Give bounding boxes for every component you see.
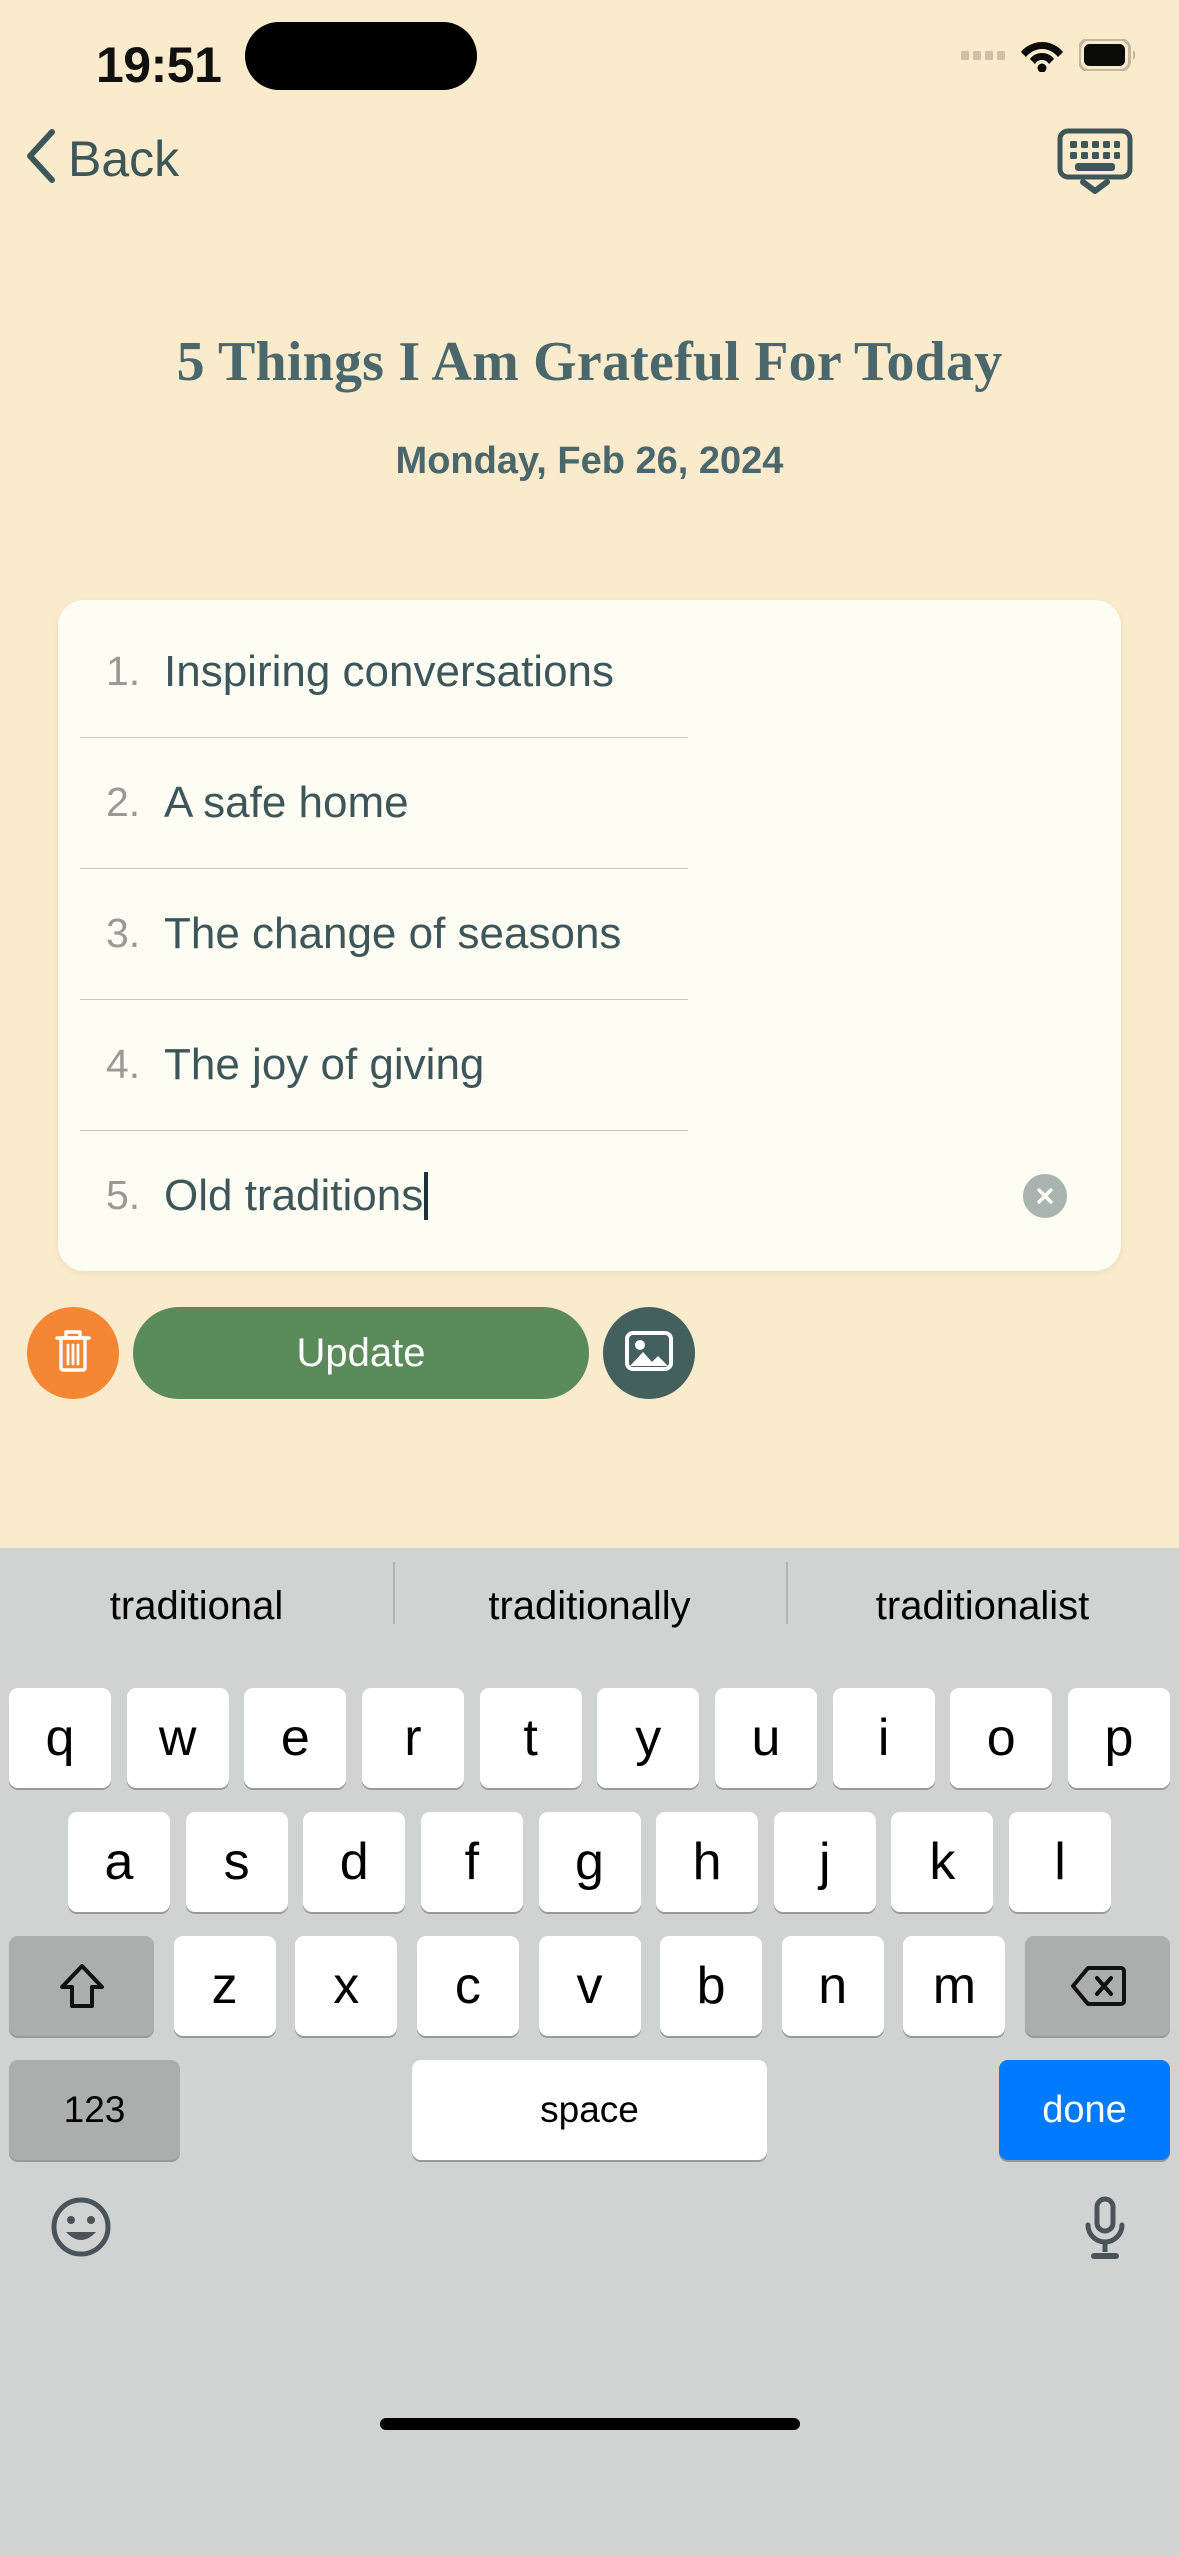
key-m[interactable]: m <box>903 1936 1006 2036</box>
list-item-text-input[interactable]: Old traditions <box>164 1171 423 1221</box>
keyboard-row-4: 123 space done <box>0 2060 1179 2160</box>
shift-up-arrow-icon[interactable] <box>9 1936 154 2036</box>
key-e[interactable]: e <box>244 1688 347 1788</box>
keyboard-bottom-bar <box>0 2196 1179 2306</box>
action-button-row: Update <box>0 1290 1179 1415</box>
key-w[interactable]: w <box>126 1688 229 1788</box>
key-d[interactable]: d <box>303 1812 406 1912</box>
delete-button[interactable] <box>27 1307 119 1399</box>
key-n[interactable]: n <box>781 1936 884 2036</box>
battery-icon <box>1079 39 1137 71</box>
trash-icon <box>51 1326 95 1381</box>
app-screen: 19:51 Back 5 Things I Am Grateful For To… <box>0 0 1179 1548</box>
list-item-text: The change of seasons <box>164 908 622 958</box>
suggestion-item[interactable]: traditionally <box>393 1561 786 1629</box>
list-item-number: 3. <box>106 910 141 956</box>
list-item-text: The joy of giving <box>164 1039 485 1089</box>
key-l[interactable]: l <box>1009 1812 1111 1912</box>
space-key[interactable]: space <box>412 2060 767 2160</box>
key-r[interactable]: r <box>361 1688 464 1788</box>
key-k[interactable]: k <box>891 1812 994 1912</box>
key-u[interactable]: u <box>714 1688 817 1788</box>
keyboard-row-3: z x c v b n m <box>0 1936 1179 2036</box>
list-item-number: 5. <box>106 1172 141 1218</box>
wifi-icon <box>1020 38 1064 72</box>
keyboard-dismiss-icon[interactable] <box>1057 128 1133 199</box>
numbers-key[interactable]: 123 <box>9 2060 180 2160</box>
dynamic-island <box>245 22 477 90</box>
suggestion-item[interactable]: traditionalist <box>786 1561 1179 1629</box>
list-item-text: A safe home <box>164 777 409 827</box>
list-item[interactable]: 4. The joy of giving <box>58 999 1121 1130</box>
image-picker-button[interactable] <box>603 1307 695 1399</box>
key-t[interactable]: t <box>479 1688 582 1788</box>
back-button-label: Back <box>68 130 180 187</box>
entry-date: Monday, Feb 26, 2024 <box>395 440 784 482</box>
key-j[interactable]: j <box>773 1812 876 1912</box>
key-i[interactable]: i <box>832 1688 935 1788</box>
key-y[interactable]: y <box>597 1688 700 1788</box>
text-cursor <box>424 1171 429 1220</box>
key-o[interactable]: o <box>950 1688 1053 1788</box>
key-z[interactable]: z <box>173 1936 276 2036</box>
navigation-bar: Back <box>0 118 1179 208</box>
status-indicators <box>961 38 1137 72</box>
list-item[interactable]: 3. The change of seasons <box>58 868 1121 999</box>
clear-circle-x-icon[interactable] <box>1023 1173 1067 1218</box>
key-g[interactable]: g <box>538 1812 641 1912</box>
key-a[interactable]: a <box>68 1812 170 1912</box>
list-item-active[interactable]: 5. Old traditions <box>58 1130 1121 1261</box>
list-item-number: 4. <box>106 1041 141 1087</box>
on-screen-keyboard: traditional traditionally traditionalist… <box>0 1548 1179 2556</box>
key-s[interactable]: s <box>185 1812 288 1912</box>
status-time: 19:51 <box>96 37 222 93</box>
key-b[interactable]: b <box>660 1936 763 2036</box>
update-button[interactable]: Update <box>133 1307 589 1399</box>
page-title: 5 Things I Am Grateful For Today <box>176 331 1003 393</box>
back-button[interactable]: Back <box>22 126 179 191</box>
list-item-number: 1. <box>106 648 141 694</box>
backspace-delete-icon[interactable] <box>1025 1936 1170 2036</box>
key-p[interactable]: p <box>1067 1688 1170 1788</box>
keyboard-row-1: q w e r t y u i o p <box>0 1688 1179 1788</box>
autocorrect-suggestion-bar: traditional traditionally traditionalist <box>0 1548 1179 1664</box>
list-item-number: 2. <box>106 779 141 825</box>
key-c[interactable]: c <box>416 1936 519 2036</box>
photo-image-icon <box>625 1330 673 1377</box>
suggestion-item[interactable]: traditional <box>0 1584 393 1629</box>
microphone-icon[interactable] <box>1081 2196 1129 2267</box>
update-button-label: Update <box>296 1330 426 1375</box>
key-f[interactable]: f <box>420 1812 523 1912</box>
key-v[interactable]: v <box>538 1936 641 2036</box>
done-key[interactable]: done <box>999 2060 1170 2160</box>
emoji-smiley-icon[interactable] <box>50 2196 112 2263</box>
key-h[interactable]: h <box>656 1812 759 1912</box>
status-bar: 19:51 <box>0 0 1179 118</box>
list-item-text: Inspiring conversations <box>164 646 615 696</box>
key-q[interactable]: q <box>9 1688 111 1788</box>
list-item[interactable]: 2. A safe home <box>58 737 1121 868</box>
home-indicator <box>379 2418 800 2430</box>
chevron-left-icon <box>22 126 62 191</box>
keyboard-row-2: a s d f g h j k l <box>0 1812 1179 1912</box>
cellular-dots-icon <box>961 50 1005 60</box>
list-item[interactable]: 1. Inspiring conversations <box>58 606 1121 737</box>
key-x[interactable]: x <box>295 1936 398 2036</box>
gratitude-list-card: 1. Inspiring conversations 2. A safe hom… <box>58 600 1121 1271</box>
